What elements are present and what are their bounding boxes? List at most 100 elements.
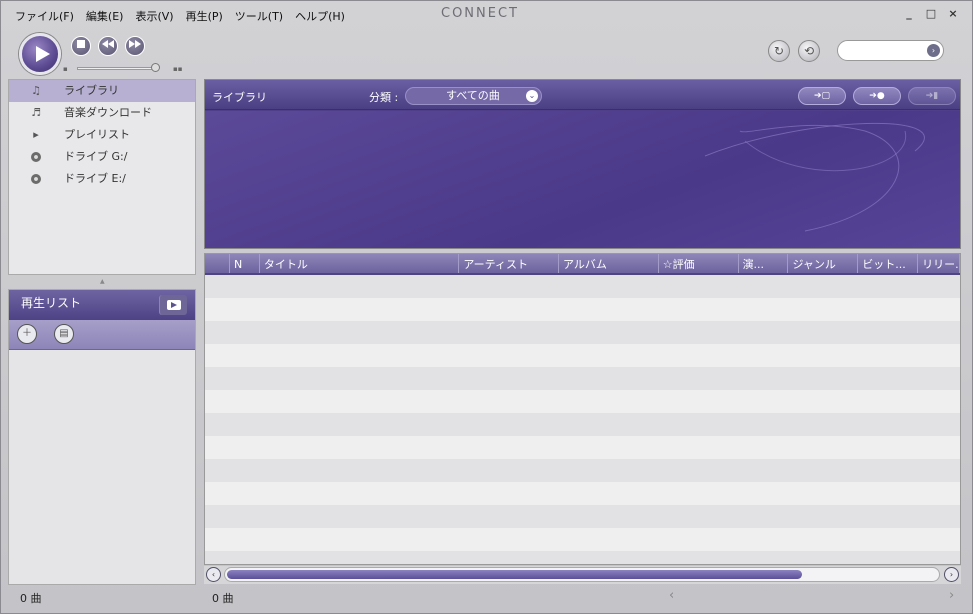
table-row[interactable] — [205, 436, 960, 459]
app-brand-logo: CONNECT — [441, 6, 519, 21]
repeat-icon: ↻ — [773, 44, 785, 58]
playlist-play-button[interactable] — [159, 295, 187, 315]
volume-slider[interactable] — [77, 67, 159, 70]
new-playlist-button[interactable]: ＋ — [17, 324, 37, 344]
table-row[interactable] — [205, 413, 960, 436]
menu-play[interactable]: 再生(P) — [180, 5, 229, 25]
sidebar-item-label: プレイリスト — [64, 128, 130, 141]
sidebar-item-drive-e[interactable]: ドライブ E:/ — [9, 168, 195, 190]
column-header-number[interactable]: N — [230, 254, 260, 273]
play-button[interactable] — [19, 33, 61, 75]
table-row[interactable] — [205, 505, 960, 528]
track-table: N タイトル アーティスト アルバム ☆評価 演... ジャンル ビット... … — [204, 253, 961, 565]
shuffle-icon: ⟲ — [803, 44, 815, 58]
scroll-right-icon[interactable]: › — [944, 567, 959, 582]
category-value: すべての曲 — [446, 89, 500, 102]
column-header-genre[interactable]: ジャンル — [788, 254, 859, 273]
table-row[interactable] — [205, 367, 960, 390]
menu-view[interactable]: 表示(V) — [129, 5, 179, 25]
sidebar-item-label: ドライブ E:/ — [64, 172, 126, 185]
column-header-rating[interactable]: ☆評価 — [659, 254, 739, 273]
disc-icon — [29, 172, 43, 186]
library-panel: ライブラリ 分類 : すべての曲 ⌄ ➔▢ ➔● ➔▮ — [204, 79, 961, 249]
scrollbar-thumb[interactable] — [227, 570, 802, 579]
playlist-icon: ▸ — [33, 128, 39, 141]
search-box: › — [837, 40, 944, 61]
sidebar-item-music-download[interactable]: ♬ 音楽ダウンロード — [9, 102, 195, 124]
menu-tools[interactable]: ツール(T) — [229, 5, 289, 25]
table-row[interactable] — [205, 321, 960, 344]
library-artwork-area — [205, 111, 960, 248]
new-document-icon: ＋ — [22, 328, 32, 339]
column-header-artist[interactable]: アーティスト — [459, 254, 560, 273]
category-label: 分類 : — [369, 91, 399, 104]
scrollbar-track[interactable] — [224, 567, 940, 582]
table-row[interactable] — [205, 482, 960, 505]
page-prev-icon[interactable]: ‹ — [669, 588, 674, 603]
sidebar-item-drive-g[interactable]: ドライブ G:/ — [9, 146, 195, 168]
library-header: ライブラリ 分類 : すべての曲 ⌄ ➔▢ ➔● ➔▮ — [205, 80, 960, 110]
playlist-panel: 再生リスト ＋ ▤ — [8, 289, 196, 585]
table-header: N タイトル アーティスト アルバム ☆評価 演... ジャンル ビット... … — [205, 254, 960, 275]
transfer-device-button[interactable]: ➔▮ — [908, 87, 956, 105]
previous-icon — [102, 40, 114, 48]
play-icon — [171, 302, 177, 308]
previous-button[interactable] — [98, 36, 118, 56]
table-row[interactable] — [205, 459, 960, 482]
table-row[interactable] — [205, 298, 960, 321]
next-button[interactable] — [125, 36, 145, 56]
playlist-count: 0 曲 — [20, 592, 42, 605]
table-row[interactable] — [205, 275, 960, 298]
maximize-button[interactable]: □ — [924, 7, 938, 21]
playlist-header: 再生リスト — [9, 290, 195, 320]
chevron-down-icon: ⌄ — [526, 90, 538, 102]
sidebar-item-playlist[interactable]: ▸ プレイリスト — [9, 124, 195, 146]
sidebar-item-label: 音楽ダウンロード — [64, 106, 152, 119]
sidebar-item-label: ライブラリ — [64, 84, 119, 97]
panel-splitter[interactable]: ▲ — [100, 278, 105, 285]
page-next-icon[interactable]: › — [949, 588, 954, 603]
import-button[interactable]: ➔▢ — [798, 87, 846, 105]
window-controls: _ □ × — [902, 7, 960, 21]
column-header-checkbox[interactable] — [205, 254, 230, 273]
repeat-button[interactable]: ↻ — [768, 40, 790, 62]
column-header-bitrate[interactable]: ビット... — [858, 254, 919, 273]
column-header-title[interactable]: タイトル — [260, 254, 460, 273]
horizontal-scrollbar[interactable]: ‹ › — [204, 566, 961, 584]
menu-help[interactable]: ヘルプ(H) — [289, 5, 351, 25]
stop-button[interactable] — [71, 36, 91, 56]
column-header-duration[interactable]: 演... — [739, 254, 789, 273]
import-icon: ➔▢ — [813, 91, 831, 101]
disc-icon — [29, 150, 43, 164]
close-button[interactable]: × — [946, 7, 960, 21]
playlist-title: 再生リスト — [21, 296, 82, 310]
column-header-album[interactable]: アルバム — [559, 254, 659, 273]
table-row[interactable] — [205, 344, 960, 367]
menu-edit[interactable]: 編集(E) — [80, 5, 130, 25]
sidebar-item-label: ドライブ G:/ — [64, 150, 128, 163]
menu-file[interactable]: ファイル(F) — [9, 5, 80, 25]
library-title: ライブラリ — [212, 91, 267, 104]
table-row[interactable] — [205, 528, 960, 551]
search-go-icon[interactable]: › — [927, 44, 940, 57]
scroll-left-icon[interactable]: ‹ — [206, 567, 221, 582]
playlist-toolbar: ＋ ▤ — [9, 320, 195, 350]
burn-cd-button[interactable]: ➔● — [853, 87, 901, 105]
document-icon: ▤ — [59, 328, 69, 339]
sidebar: ♫ ライブラリ ♬ 音楽ダウンロード ▸ プレイリスト ドライブ G:/ ドライ… — [8, 79, 196, 275]
open-playlist-button[interactable]: ▤ — [54, 324, 74, 344]
library-count: 0 曲 — [212, 592, 234, 605]
decorative-swirl — [704, 122, 925, 232]
column-header-release[interactable]: リリー... — [918, 254, 960, 273]
minimize-button[interactable]: _ — [902, 7, 916, 21]
music-download-icon: ♬ — [31, 106, 41, 119]
table-row[interactable] — [205, 390, 960, 413]
sidebar-item-library[interactable]: ♫ ライブラリ — [9, 80, 195, 102]
category-dropdown[interactable]: すべての曲 ⌄ — [405, 87, 542, 105]
volume-knob[interactable] — [151, 63, 161, 72]
search-input[interactable] — [846, 41, 926, 60]
table-row[interactable] — [205, 551, 960, 564]
shuffle-button[interactable]: ⟲ — [798, 40, 820, 62]
music-note-icon: ♫ — [31, 84, 41, 97]
next-icon — [129, 40, 141, 48]
